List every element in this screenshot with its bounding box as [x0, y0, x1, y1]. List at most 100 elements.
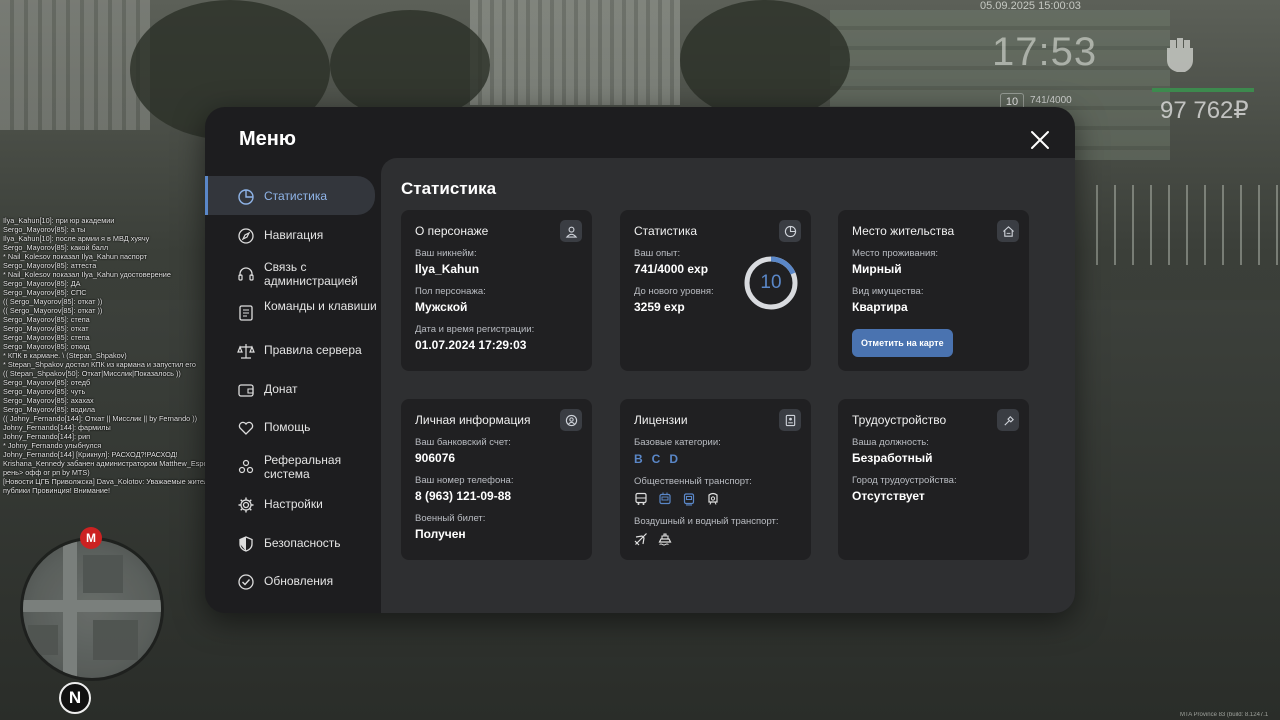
- north-compass-icon: N: [59, 682, 91, 714]
- profile-icon: [560, 409, 582, 431]
- card-title: О персонаже: [415, 224, 489, 238]
- nav-item-navigation[interactable]: Навигация: [205, 215, 381, 254]
- headset-icon: [238, 267, 254, 281]
- compass-icon: [238, 227, 254, 244]
- card-residence: Место жительства Место проживания: Мирны…: [838, 210, 1029, 371]
- menu-sidebar: Статистика Навигация Связь с администрац…: [205, 176, 381, 600]
- license-categories: BCD: [634, 452, 797, 466]
- panel-title: Статистика: [401, 179, 497, 198]
- hud-money: 97 762₽: [1160, 97, 1249, 124]
- menu-window: Меню Статистика Навигация Связь с админи…: [205, 107, 1075, 613]
- nav-item-rules[interactable]: Правила сервера: [205, 330, 381, 369]
- fence: [1080, 185, 1280, 265]
- employment-city-value: Отсутствует: [852, 489, 925, 503]
- pie-chart-icon: [238, 189, 254, 205]
- card-title: Место жительства: [852, 224, 955, 238]
- field-label: Пол персонажа:: [415, 286, 486, 297]
- field-label: Город трудоустройства:: [852, 475, 957, 486]
- card-personal-info: Личная информация Ваш банковский счет: 9…: [401, 399, 592, 560]
- bank-account-value: 906076: [415, 451, 456, 465]
- field-label: Вид имущества:: [852, 286, 924, 297]
- field-label: Ваш никнейм:: [415, 248, 477, 259]
- nav-label: Донат: [264, 381, 298, 396]
- update-icon: [238, 574, 254, 590]
- heart-hands-icon: [238, 421, 254, 435]
- nav-label: Связь с администрацией: [264, 260, 358, 288]
- air-water-transport-icons: [634, 532, 797, 546]
- building: [0, 0, 150, 130]
- card-title: Лицензии: [634, 413, 688, 427]
- tree: [330, 10, 490, 120]
- tree: [680, 0, 850, 120]
- hammer-icon: [997, 409, 1019, 431]
- field-label: Место проживания:: [852, 248, 939, 259]
- hud-exp: 741/4000: [1030, 95, 1072, 106]
- nav-label: Помощь: [264, 420, 311, 434]
- nav-label: Настройки: [264, 497, 323, 511]
- user-icon: [560, 220, 582, 242]
- ship-icon: [658, 533, 672, 546]
- hud-clock: 17:53: [992, 30, 1098, 74]
- bus-icon: [635, 492, 647, 505]
- nav-label: Статистика: [264, 189, 328, 203]
- pie-chart-icon: [779, 220, 801, 242]
- building: [470, 0, 680, 105]
- mark-on-map-button[interactable]: Отметить на карте: [852, 329, 953, 357]
- field-label: Ваша должность:: [852, 437, 929, 448]
- residence-value: Мирный: [852, 262, 902, 276]
- nickname-value: Ilya_Kahun: [415, 262, 480, 276]
- referral-icon: [238, 459, 254, 473]
- build-info: MTA Province 83 (build: 8.1247.1: [1180, 712, 1269, 718]
- card-about-character: О персонаже Ваш никнейм: Ilya_Kahun Пол …: [401, 210, 592, 371]
- field-label: Военный билет:: [415, 513, 486, 524]
- card-title: Трудоустройство: [852, 413, 947, 427]
- card-licenses: Лицензии Базовые категории: BCD Обществе…: [620, 399, 811, 560]
- nav-item-updates[interactable]: Обновления: [205, 561, 381, 600]
- nav-item-referral[interactable]: Реферальная система: [205, 446, 381, 485]
- close-button[interactable]: [1027, 127, 1053, 153]
- field-label: Общественный транспорт:: [634, 476, 752, 487]
- gear-icon: [238, 497, 254, 513]
- nav-label: Реферальная система: [264, 452, 342, 481]
- server-datetime: 05.09.2025 15:00:03: [980, 0, 1081, 12]
- property-value: Квартира: [852, 300, 908, 314]
- public-transport-icons: [634, 492, 797, 506]
- wallet-icon: [238, 383, 254, 397]
- license-category: C: [651, 452, 661, 466]
- card-statistics: Статистика Ваш опыт: 741/4000 exp До нов…: [620, 210, 811, 371]
- nav-label: Безопасность: [264, 535, 341, 550]
- close-icon: [1031, 131, 1049, 149]
- menu-title: Меню: [239, 128, 296, 150]
- nav-label: Навигация: [264, 227, 324, 242]
- phone-value: 8 (963) 121-09-88: [415, 489, 512, 503]
- scales-icon: [237, 344, 255, 359]
- nav-item-security[interactable]: Безопасность: [205, 523, 381, 562]
- trolleybus-icon: [659, 492, 671, 505]
- level-value: 10: [760, 272, 782, 293]
- airplane-icon: [634, 533, 647, 546]
- nav-item-donate[interactable]: Донат: [205, 369, 381, 408]
- id-card-icon: [779, 409, 801, 431]
- metro-train-icon: [708, 492, 718, 505]
- license-category: B: [634, 452, 643, 466]
- statistics-panel: Статистика О персонаже Ваш никнейм: Ilya…: [381, 158, 1075, 613]
- field-label: Дата и время регистрации:: [415, 324, 535, 335]
- tram-icon: [683, 493, 695, 506]
- field-label: Базовые категории:: [634, 437, 721, 448]
- shield-icon: [239, 535, 253, 552]
- field-label: Ваш банковский счет:: [415, 437, 511, 448]
- license-category: D: [669, 452, 679, 466]
- nav-label: Правила сервера: [264, 343, 362, 357]
- card-title: Личная информация: [415, 413, 531, 427]
- nav-item-help[interactable]: Помощь: [205, 407, 381, 446]
- nav-item-settings[interactable]: Настройки: [205, 484, 381, 523]
- nav-item-statistics[interactable]: Статистика: [205, 176, 375, 215]
- card-employment: Трудоустройство Ваша должность: Безработ…: [838, 399, 1029, 560]
- gender-value: Мужской: [415, 300, 468, 314]
- position-value: Безработный: [852, 451, 933, 465]
- document-icon: [239, 304, 253, 321]
- nav-item-commands[interactable]: Команды и клавиши: [205, 292, 381, 331]
- minimap: [20, 537, 164, 681]
- registration-value: 01.07.2024 17:29:03: [415, 338, 527, 352]
- nav-item-admin-contact[interactable]: Связь с администрацией: [205, 253, 381, 292]
